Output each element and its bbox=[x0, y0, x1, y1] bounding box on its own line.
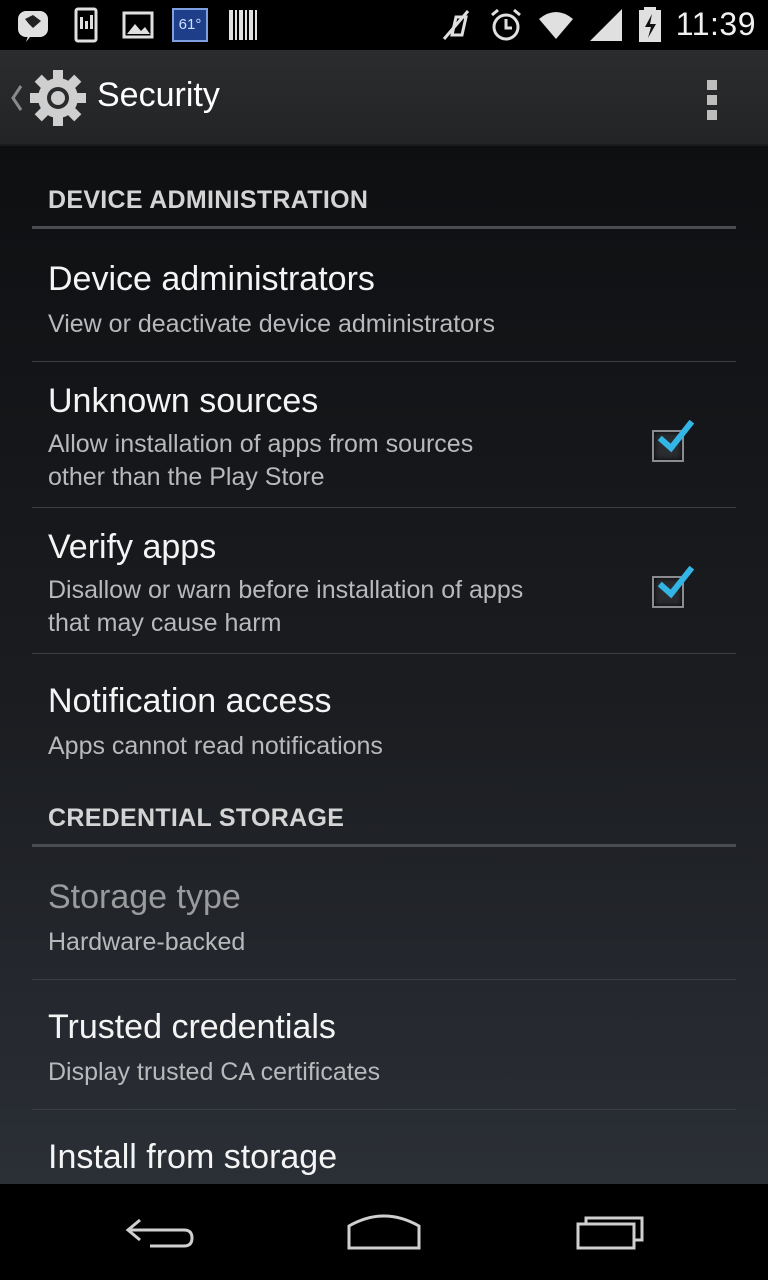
unknown-sources-checkbox[interactable] bbox=[650, 420, 700, 470]
section-header-device-administration: DEVICE ADMINISTRATION bbox=[48, 186, 369, 214]
section-divider bbox=[32, 226, 736, 229]
action-bar: Security bbox=[0, 50, 768, 146]
list-item-unknown-sources[interactable]: Unknown sources Allow installation of ap… bbox=[0, 362, 768, 507]
home-icon[interactable] bbox=[344, 1208, 424, 1256]
item-title: Device administrators bbox=[48, 260, 375, 298]
summary-line: Allow installation of apps from sources bbox=[48, 430, 474, 458]
item-summary: Apps cannot read notifications bbox=[48, 732, 383, 760]
page-title: Security bbox=[97, 76, 220, 114]
battery-charging-icon bbox=[638, 6, 662, 43]
item-title: Unknown sources bbox=[48, 382, 319, 420]
status-bar: 61° 11:39 bbox=[0, 0, 768, 50]
item-summary: Disallow or warn before installation of … bbox=[48, 574, 608, 640]
chevron-left-icon bbox=[11, 85, 23, 111]
summary-line: other than the Play Store bbox=[48, 463, 325, 491]
gear-icon bbox=[30, 70, 86, 126]
signal-icon bbox=[588, 7, 624, 43]
weather-icon: 61° bbox=[172, 8, 208, 42]
back-icon[interactable] bbox=[120, 1208, 200, 1256]
up-button[interactable]: Security bbox=[0, 50, 250, 146]
speech-bubble-icon bbox=[16, 7, 52, 43]
muted-icon bbox=[438, 7, 474, 43]
item-summary: Display trusted CA certificates bbox=[48, 1058, 381, 1086]
verify-apps-checkbox[interactable] bbox=[650, 566, 700, 616]
list-item-storage-type: Storage type Hardware-backed bbox=[0, 848, 768, 979]
clock: 11:39 bbox=[675, 6, 756, 42]
recent-apps-icon[interactable] bbox=[570, 1208, 650, 1256]
system-icons: 11:39 bbox=[438, 6, 756, 43]
notification-icons: 61° bbox=[16, 7, 260, 43]
list-item-notification-access[interactable]: Notification access Apps cannot read not… bbox=[0, 654, 768, 782]
item-summary: Allow installation of apps from sources … bbox=[48, 428, 608, 494]
list-item-trusted-credentials[interactable]: Trusted credentials Display trusted CA c… bbox=[0, 980, 768, 1109]
item-summary: Hardware-backed bbox=[48, 928, 246, 956]
barcode-icon bbox=[224, 7, 260, 43]
summary-line: Disallow or warn before installation of … bbox=[48, 576, 524, 604]
section-divider bbox=[32, 844, 736, 847]
phone-status-icon bbox=[68, 7, 104, 43]
item-title: Storage type bbox=[48, 878, 241, 916]
overflow-menu-icon[interactable] bbox=[696, 78, 728, 122]
navigation-bar bbox=[0, 1184, 768, 1280]
alarm-icon bbox=[488, 7, 524, 43]
item-title: Trusted credentials bbox=[48, 1008, 336, 1046]
item-title: Notification access bbox=[48, 682, 332, 720]
settings-list: DEVICE ADMINISTRATION Device administrat… bbox=[0, 146, 768, 1184]
item-title: Verify apps bbox=[48, 528, 217, 566]
checkmark-icon bbox=[657, 420, 694, 453]
wifi-icon bbox=[538, 7, 574, 43]
image-icon bbox=[120, 7, 156, 43]
summary-line: that may cause harm bbox=[48, 609, 282, 637]
checkmark-icon bbox=[657, 566, 694, 599]
item-title: Install from storage bbox=[48, 1138, 338, 1176]
list-item-verify-apps[interactable]: Verify apps Disallow or warn before inst… bbox=[0, 508, 768, 653]
list-item-device-administrators[interactable]: Device administrators View or deactivate… bbox=[0, 230, 768, 361]
section-header-credential-storage: CREDENTIAL STORAGE bbox=[48, 804, 345, 832]
item-summary: View or deactivate device administrators bbox=[48, 310, 495, 338]
list-item-install-from-storage[interactable]: Install from storage bbox=[0, 1110, 768, 1184]
